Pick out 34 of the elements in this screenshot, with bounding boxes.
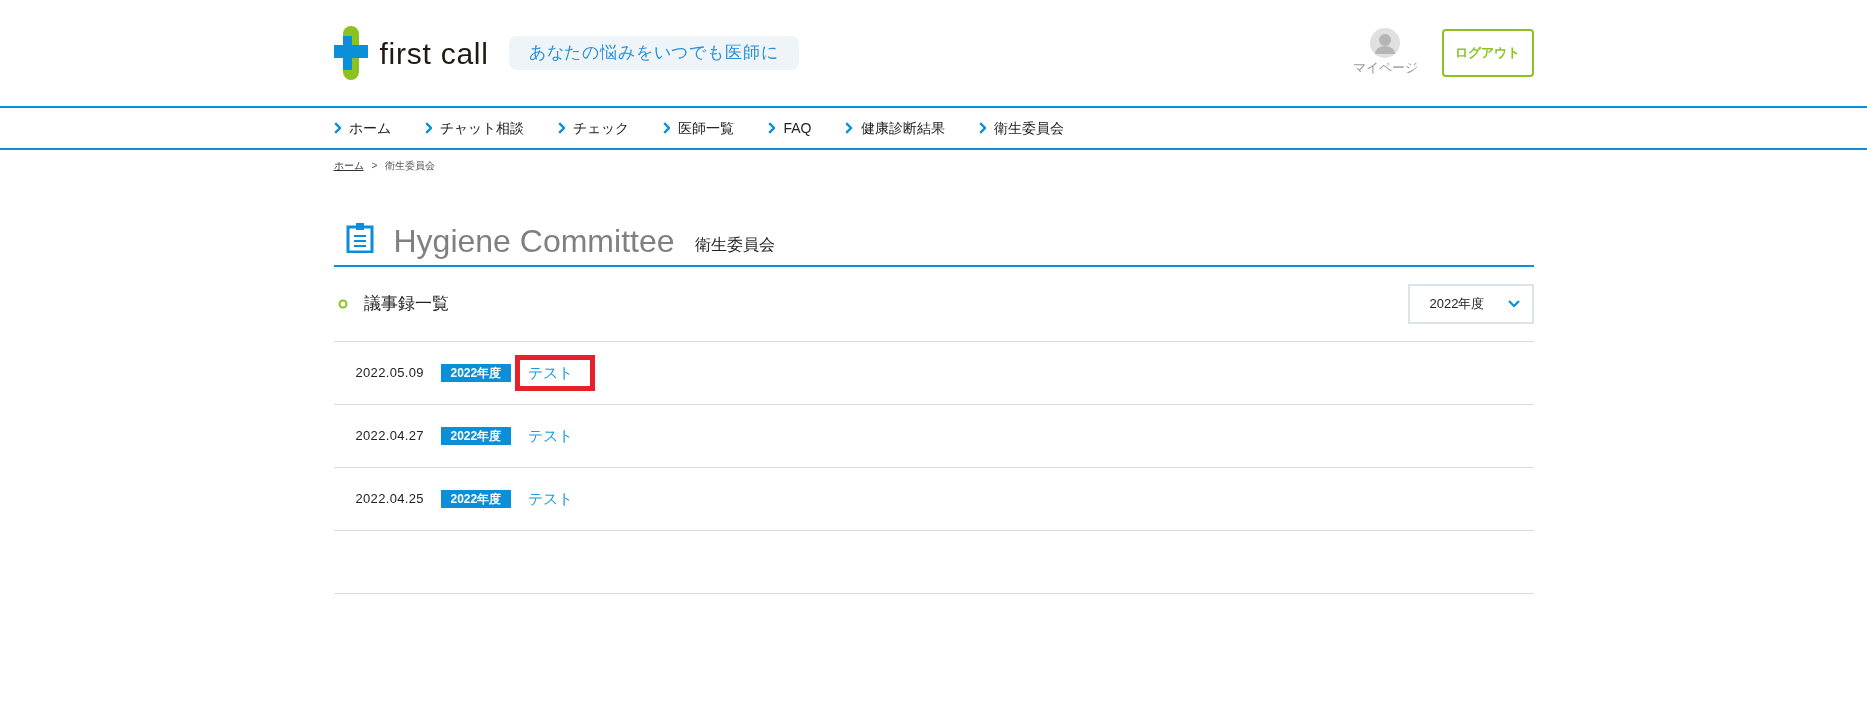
nav-link[interactable]: ホーム: [333, 117, 391, 139]
nav-link[interactable]: 衛生委員会: [978, 117, 1064, 139]
circle-bullet-icon: [337, 299, 348, 309]
chevron-icon: [663, 122, 671, 134]
minutes-date: 2022.04.25: [355, 490, 425, 509]
minutes-date: 2022.05.09: [355, 364, 425, 383]
chevron-icon: [978, 122, 986, 134]
tagline: あなたの悩みをいつでも医師に: [508, 36, 799, 70]
chevron-icon: [557, 122, 566, 134]
nav-link[interactable]: チェック: [557, 117, 630, 139]
chevron-icon: [768, 122, 776, 134]
breadcrumb-separator: >: [371, 159, 378, 173]
chevron-icon: [845, 122, 853, 134]
year-tag: 2022年度: [440, 364, 512, 382]
chevron-icon: [424, 122, 432, 134]
year-tag: 2022年度: [440, 427, 512, 445]
nav-link[interactable]: チャット相談: [424, 117, 524, 139]
page-subtitle: 衛生委員会: [694, 235, 775, 255]
year-select[interactable]: 2022年度: [1407, 284, 1534, 324]
nav-link[interactable]: 医師一覧: [663, 117, 735, 139]
chevron-down-icon: [1507, 300, 1520, 308]
breadcrumb-link[interactable]: ホーム: [333, 158, 364, 173]
minutes-date: 2022.04.27: [355, 427, 425, 446]
chevron-icon: [333, 122, 341, 134]
logo-icon: [333, 26, 368, 80]
nav-link[interactable]: 健康診断結果: [845, 117, 945, 139]
page-title: Hygiene Committee: [393, 225, 675, 257]
nav-link[interactable]: FAQ: [768, 117, 812, 139]
year-tag: 2022年度: [440, 490, 512, 508]
avatar-icon: [1370, 28, 1400, 59]
clipboard-icon: [345, 223, 374, 253]
logo-text: first call: [379, 35, 489, 72]
breadcrumb-current: 衛生委員会: [385, 159, 436, 173]
section-title: 議事録一覧: [363, 293, 449, 316]
